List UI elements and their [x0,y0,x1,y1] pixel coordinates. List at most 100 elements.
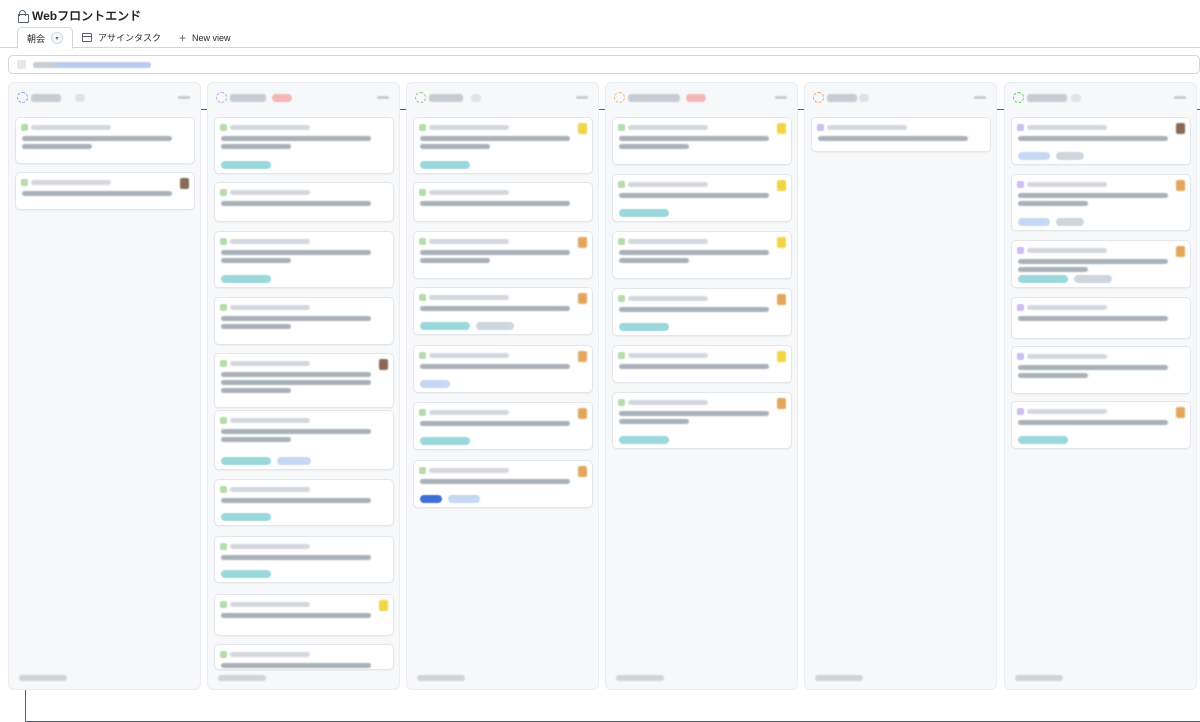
card-repository-meta [628,125,708,130]
card-repository-meta [827,125,907,130]
card-title-line [420,421,570,426]
board-card[interactable] [413,231,593,279]
card-repository-meta [1027,354,1107,359]
column-menu-icon[interactable] [974,96,986,99]
board-card[interactable] [214,410,394,470]
issue-status-icon [1017,408,1024,415]
column-count-badge [859,94,869,102]
card-label [221,513,271,521]
board-card[interactable] [612,392,792,449]
board-card[interactable] [15,117,195,164]
assignee-avatar [578,466,587,477]
board-card[interactable] [214,536,394,583]
board-card[interactable] [413,460,593,508]
board-card[interactable] [214,644,394,670]
card-title-line [420,479,570,484]
card-repository-meta [429,468,509,473]
card-repository-meta [230,652,310,657]
new-view-button[interactable]: + New view [170,27,240,48]
board-card[interactable] [214,182,394,222]
column-header [1013,91,1188,105]
view-options-chevron-down-icon[interactable]: ▾ [51,32,64,44]
board-card[interactable] [612,174,792,222]
card-repository-meta [1027,125,1107,130]
issue-status-icon [618,124,625,131]
board-card[interactable] [413,402,593,450]
column-limit-badge [272,94,292,102]
column-menu-icon[interactable] [775,96,787,99]
column-menu-icon[interactable] [377,96,389,99]
column-menu-icon[interactable] [178,96,190,99]
card-title-line [221,324,291,329]
card-label [619,209,669,217]
add-item-button[interactable] [815,675,863,681]
plus-icon: + [179,30,187,45]
board-column [406,82,599,690]
card-repository-meta [429,353,509,358]
board-card[interactable] [1011,401,1191,449]
column-title [628,94,680,102]
board-card[interactable] [811,117,991,152]
board-card[interactable] [612,288,792,336]
issue-status-icon [419,124,426,131]
card-title-line [221,136,371,141]
column-menu-icon[interactable] [576,96,588,99]
board-card[interactable] [413,287,593,335]
board-card[interactable] [612,345,792,383]
board-card[interactable] [214,117,394,174]
board-card[interactable] [1011,346,1191,394]
add-item-button[interactable] [1015,675,1063,681]
board-card[interactable] [214,479,394,526]
board-card[interactable] [1011,297,1191,339]
card-title-line [221,437,291,442]
board-card[interactable] [1011,174,1191,231]
issue-status-icon [618,238,625,245]
card-title-line [1018,193,1168,198]
card-label [1018,218,1050,226]
card-repository-meta [429,410,509,415]
column-menu-icon[interactable] [1174,96,1186,99]
tab-asakai[interactable]: 朝会 ▾ [17,27,1200,722]
issue-status-icon [220,543,227,550]
board-card[interactable] [413,117,593,174]
board-card[interactable] [413,182,593,222]
board-card[interactable] [214,297,394,345]
board-card[interactable] [413,345,593,393]
card-title-line [221,613,371,618]
card-title-line [221,429,371,434]
status-icon [614,92,625,103]
board-card[interactable] [612,231,792,279]
card-label [1056,152,1084,160]
assignee-avatar [578,123,587,134]
card-title-line [221,372,371,377]
board-card[interactable] [214,353,394,408]
card-repository-meta [429,125,509,130]
card-title-line [619,144,689,149]
column-count-badge [75,94,85,102]
add-item-button[interactable] [218,675,266,681]
board-card[interactable] [214,231,394,288]
column-title [230,94,266,102]
card-title-line [1018,259,1168,264]
column-header [813,91,988,105]
column-header [415,91,590,105]
tab-assign-task[interactable]: アサインタスク [73,27,170,48]
assignee-avatar [777,237,786,248]
board-card[interactable] [612,117,792,165]
card-repository-meta [1027,305,1107,310]
view-tabs: 朝会 ▾ アサインタスク + New view [17,27,1200,722]
status-icon [216,92,227,103]
board-card[interactable] [214,594,394,636]
card-repository-meta [31,180,111,185]
board-card[interactable] [1011,117,1191,165]
status-icon [813,92,824,103]
board-card[interactable] [1011,240,1191,288]
add-item-button[interactable] [19,675,67,681]
issue-status-icon [220,486,227,493]
board-card[interactable] [15,172,195,210]
filter-input[interactable] [8,55,1200,74]
assignee-avatar [180,178,189,189]
add-item-button[interactable] [417,675,465,681]
add-item-button[interactable] [616,675,664,681]
card-label [277,457,311,465]
